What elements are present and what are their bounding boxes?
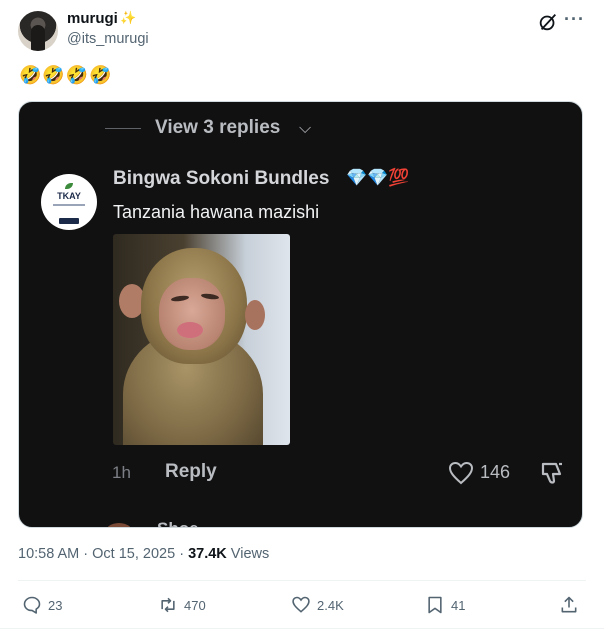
comment-like-count: 146 [480,462,511,482]
chevron-down-icon: ⌵ [299,120,312,137]
post-text: 🤣🤣🤣🤣 [19,65,113,85]
like-icon [292,596,310,613]
handle[interactable]: @its_murugi [67,31,149,47]
share-icon [561,596,577,613]
repost-count: 470 [184,597,206,613]
reply-button[interactable]: 23 [22,594,62,616]
monkey-photo [113,234,290,445]
views-label: Views [226,546,270,562]
timestamp[interactable]: 10:58 AM · Oct 15, 2025 · [18,546,188,562]
views-count: 37.4K [188,546,227,562]
share-button[interactable] [559,594,585,616]
next-comment-peek: Shoe [105,517,225,527]
commenter-avatar: TKAY [41,174,97,230]
grok-icon[interactable] [537,11,559,33]
embedded-media[interactable]: View 3 replies ⌵ TKAY Bingwa Sokoni Bund… [18,101,583,528]
dislike-icon [541,462,562,484]
bookmark-icon [428,596,442,614]
comment-reply-label: Reply [165,461,217,482]
reply-count: 23 [48,597,63,613]
reply-icon [23,596,41,614]
display-name[interactable]: murugi [67,10,118,27]
repost-icon [161,597,175,613]
commenter-badges: 💎💎💯 [346,168,410,187]
divider [18,580,586,581]
bookmark-button[interactable]: 41 [425,594,465,616]
more-icon[interactable]: ··· [564,9,585,30]
view-replies-link: View 3 replies [155,117,281,138]
bookmark-count: 41 [451,597,466,613]
logo-text: TKAY [57,191,81,201]
replies-line [105,128,141,129]
next-commenter-name: Shoe [157,519,199,527]
like-count: 2.4K [317,597,344,613]
comment-time: 1h [112,463,131,482]
heart-icon [448,461,474,485]
magic-wand-icon: ✨ [120,10,137,25]
post-meta: 10:58 AM · Oct 15, 2025 · 37.4K Views [18,546,269,562]
bottom-divider [0,628,604,629]
like-button[interactable]: 2.4K [291,594,344,616]
repost-button[interactable]: 470 [158,594,206,616]
avatar[interactable] [18,11,58,51]
commenter-name: Bingwa Sokoni Bundles [113,168,330,189]
tweet: murugi ✨ @its_murugi ··· 🤣🤣🤣🤣 View 3 rep… [0,0,604,633]
comment-text: Tanzania hawana mazishi [113,202,320,222]
